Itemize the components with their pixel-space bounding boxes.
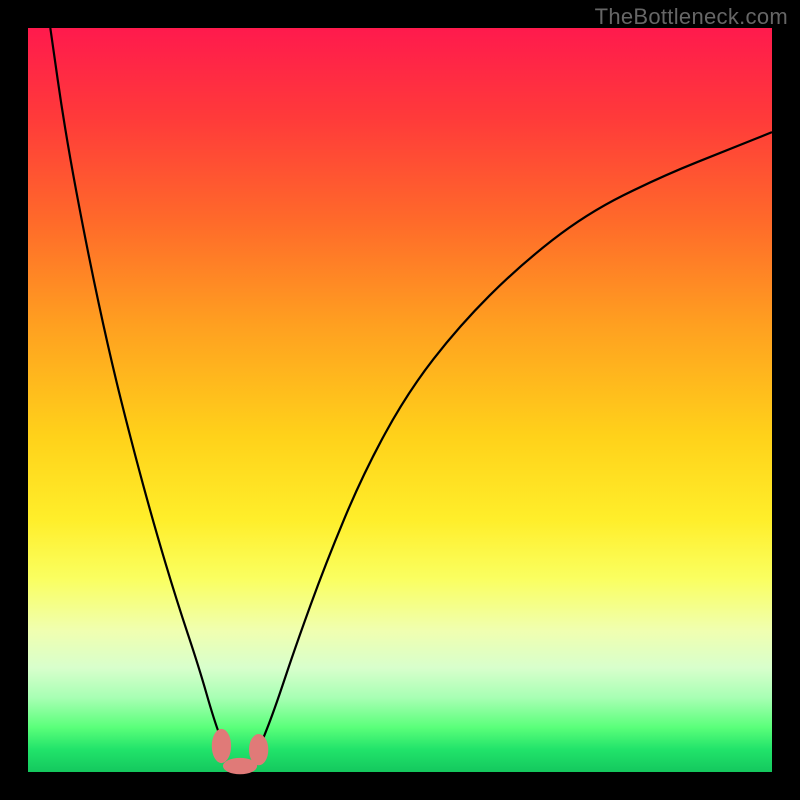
curve-left-branch [50,28,225,750]
optimum-marker [249,734,268,765]
optimum-markers [212,729,269,774]
bottleneck-curve-svg [28,28,772,772]
curve-right-branch [259,132,772,750]
watermark-text: TheBottleneck.com [595,4,788,30]
optimum-marker [212,729,231,763]
outer-frame: TheBottleneck.com [0,0,800,800]
chart-plot-area [28,28,772,772]
